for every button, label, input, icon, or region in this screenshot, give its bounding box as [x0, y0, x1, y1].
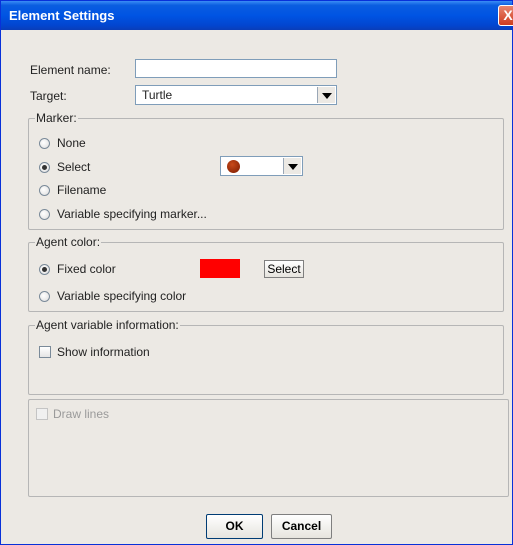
chevron-down-icon[interactable]	[317, 87, 335, 103]
window-title: Element Settings	[9, 8, 115, 23]
marker-none-label: None	[57, 136, 86, 150]
ok-button[interactable]: OK	[206, 514, 263, 539]
select-color-button[interactable]: Select	[264, 260, 304, 278]
marker-variable-label: Variable specifying marker...	[57, 207, 207, 221]
element-name-input[interactable]	[135, 59, 337, 78]
draw-lines-checkbox[interactable]	[36, 408, 48, 420]
variable-color-radio[interactable]	[39, 291, 50, 302]
agent-variable-group-title: Agent variable information:	[35, 318, 180, 332]
marker-select-label: Select	[57, 160, 91, 174]
element-name-label: Element name:	[30, 63, 111, 77]
marker-group-title: Marker:	[35, 111, 78, 125]
marker-shape-select[interactable]	[220, 156, 303, 176]
variable-color-label: Variable specifying color	[57, 289, 187, 303]
marker-select-radio[interactable]	[39, 162, 50, 173]
fixed-color-radio[interactable]	[39, 264, 50, 275]
color-swatch	[200, 259, 240, 278]
marker-filename-radio[interactable]	[39, 185, 50, 196]
fixed-color-label: Fixed color	[57, 262, 116, 276]
cancel-button[interactable]: Cancel	[271, 514, 332, 539]
draw-lines-label: Draw lines	[53, 407, 110, 421]
target-select[interactable]: Turtle	[135, 85, 337, 105]
marker-filename-label: Filename	[57, 183, 107, 197]
marker-none-radio[interactable]	[39, 138, 50, 149]
element-settings-dialog: Element Settings X Element name: Target:…	[0, 0, 513, 545]
marker-variable-radio[interactable]	[39, 209, 50, 220]
target-label: Target:	[30, 89, 67, 103]
marker-circle-icon	[227, 160, 240, 173]
title-bar[interactable]: Element Settings X	[1, 1, 513, 30]
agent-color-group-title: Agent color:	[35, 235, 102, 249]
agent-variable-group: Agent variable information:	[28, 318, 504, 395]
chevron-down-icon[interactable]	[283, 158, 301, 174]
close-icon[interactable]: X	[498, 5, 513, 26]
show-information-checkbox[interactable]	[39, 346, 51, 358]
target-selected-value: Turtle	[142, 88, 173, 102]
show-information-label: Show information	[57, 345, 150, 359]
